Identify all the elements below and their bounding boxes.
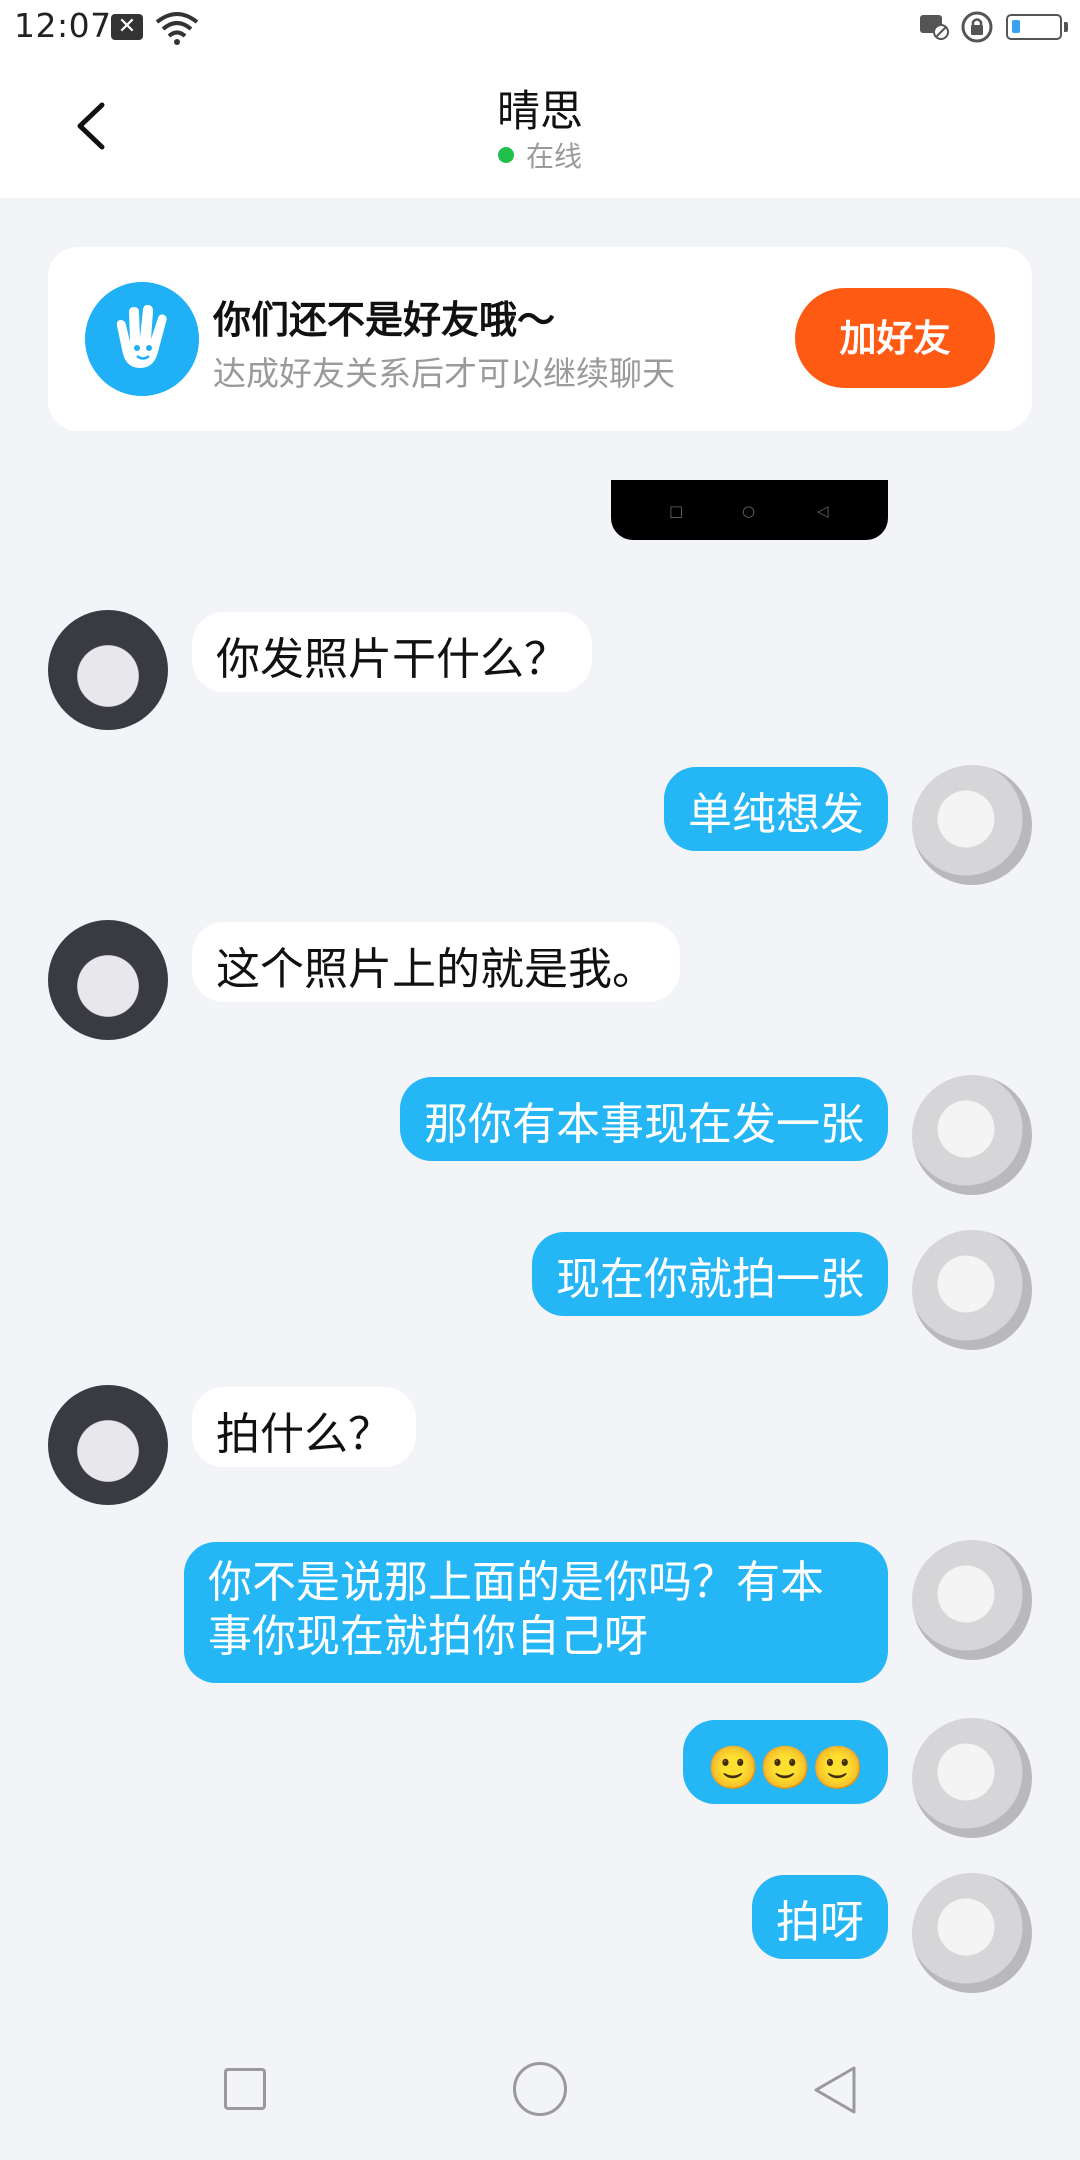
not-friend-card: 你们还不是好友哦～ 达成好友关系后才可以继续聊天 加好友 [48, 247, 1032, 431]
message-bubble[interactable]: 那你有本事现在发一张 [400, 1077, 888, 1161]
notification-close-icon: ✕ [111, 14, 143, 40]
my-avatar[interactable] [912, 1718, 1032, 1838]
online-dot-icon [497, 147, 514, 163]
contact-avatar[interactable] [48, 920, 168, 1040]
message-bubble[interactable]: 这个照片上的就是我。 [192, 922, 680, 1002]
recents-button[interactable] [224, 2068, 266, 2110]
add-friend-button[interactable]: 加好友 [795, 288, 995, 388]
my-avatar[interactable] [912, 1075, 1032, 1195]
message-blocked-icon [920, 15, 949, 40]
not-friend-title: 你们还不是好友哦～ [213, 298, 556, 342]
waving-hand-icon [85, 282, 199, 396]
online-status-label: 在线 [525, 140, 582, 173]
rotation-lock-icon [961, 11, 993, 43]
message-bubble[interactable]: 现在你就拍一张 [532, 1232, 888, 1316]
contact-avatar[interactable] [48, 610, 168, 730]
message-bubble[interactable]: 你发照片干什么？ [192, 612, 592, 692]
battery-icon [1006, 14, 1068, 40]
online-status: 在线 [0, 135, 1080, 175]
status-bar: 12:07 ✕ [0, 0, 1080, 55]
home-icon: ○ [742, 502, 756, 520]
back-triangle-icon: ◁ [817, 502, 829, 520]
system-nav-bar [0, 2020, 1080, 2160]
contact-avatar[interactable] [48, 1385, 168, 1505]
back-button[interactable] [810, 2064, 862, 2116]
my-avatar[interactable] [912, 1540, 1032, 1660]
message-bubble[interactable]: 拍什么？ [192, 1387, 416, 1467]
message-bubble[interactable]: 🙂🙂🙂 [683, 1720, 888, 1804]
message-bubble[interactable]: 单纯想发 [664, 767, 888, 851]
my-avatar[interactable] [912, 765, 1032, 885]
chat-header: 晴思 在线 [0, 55, 1080, 198]
my-avatar[interactable] [912, 1230, 1032, 1350]
not-friend-subtitle: 达成好友关系后才可以继续聊天 [213, 354, 675, 393]
message-bubble[interactable]: 你不是说那上面的是你吗？有本事你现在就拍你自己呀 [184, 1542, 888, 1683]
contact-name: 晴思 [497, 87, 583, 137]
recent-apps-icon: □ [669, 502, 684, 520]
wifi-icon [155, 12, 199, 45]
home-button[interactable] [513, 2062, 567, 2116]
message-bubble[interactable]: 拍呀 [752, 1875, 888, 1959]
status-time: 12:07 [14, 6, 112, 45]
my-avatar[interactable] [912, 1873, 1032, 1993]
shared-photo[interactable]: □ ○ ◁ [611, 480, 888, 540]
